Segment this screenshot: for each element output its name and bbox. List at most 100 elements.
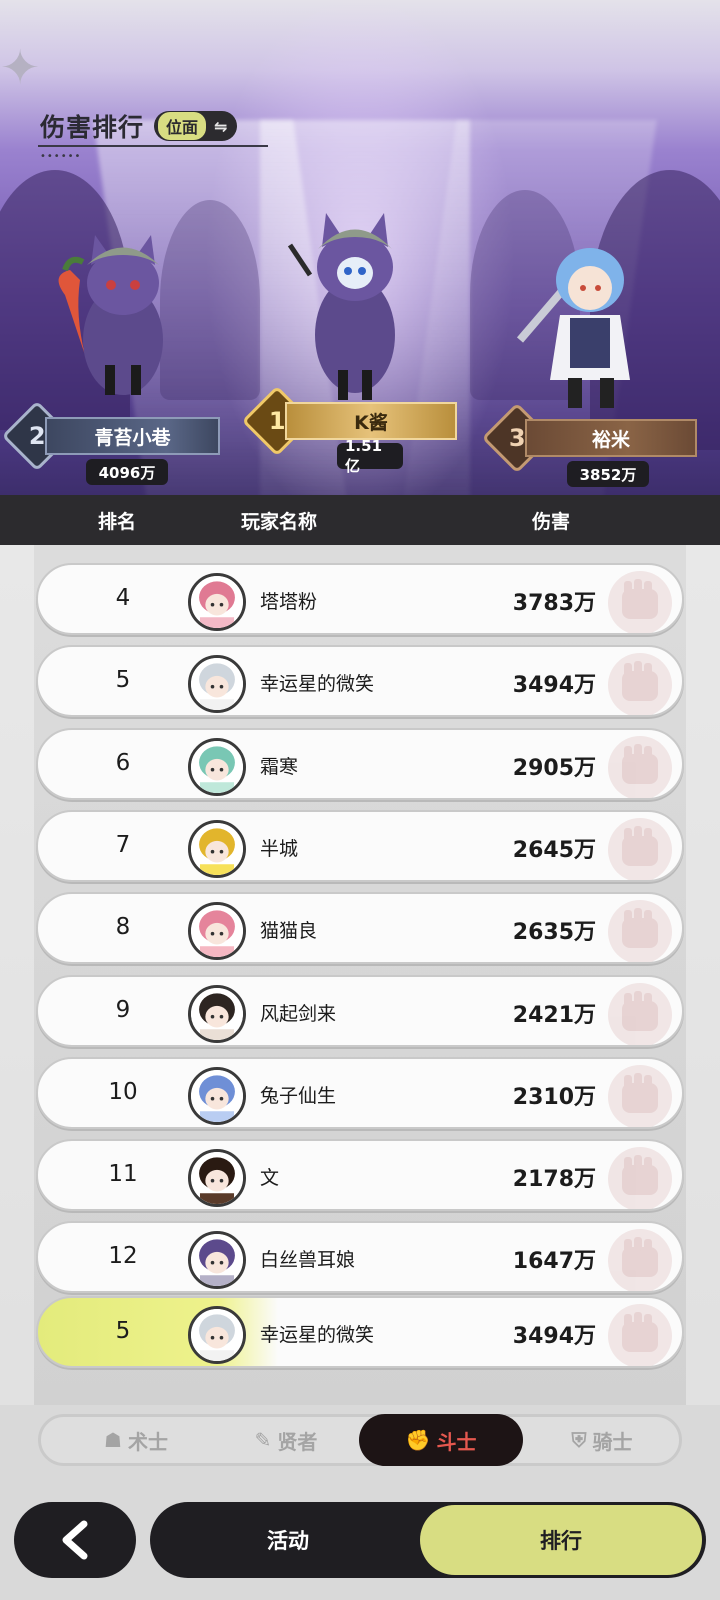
damage-column-header: 伤害	[532, 511, 571, 533]
avatar[interactable]	[188, 573, 246, 631]
fighter-emblem-icon	[606, 816, 674, 880]
rank-2-name: 青苔小巷	[94, 426, 171, 449]
row-player-name: 白丝兽耳娘	[260, 1249, 356, 1272]
row-player-name: 幸运星的微笑	[260, 1324, 375, 1346]
fighter-emblem-icon	[606, 981, 674, 1045]
row-damage: 2635万	[512, 920, 596, 946]
nav-pill: 活动 排行	[150, 1502, 706, 1578]
rank-3-name-plate: 裕米	[525, 419, 697, 457]
row-damage: 1647万	[512, 1249, 596, 1275]
activity-button[interactable]: 活动	[150, 1502, 426, 1578]
avatar[interactable]	[188, 655, 246, 714]
eggplant-cat-icon	[58, 235, 163, 395]
knight-icon: ⛨	[571, 1428, 587, 1452]
row-rank: 4	[115, 585, 131, 611]
row-damage: 2178万	[512, 1167, 596, 1193]
table-row[interactable]: 11 文 2178万	[36, 1139, 684, 1212]
table-header: 排名 玩家名称 伤害	[0, 495, 720, 545]
avatar[interactable]	[188, 984, 246, 1043]
row-player-name: 风起剑来	[260, 1002, 337, 1025]
table-row[interactable]: 5 幸运星的微笑 3494万	[36, 645, 684, 718]
fighter-emblem-icon	[606, 898, 674, 963]
tab-warlock-label: 术士	[127, 1429, 168, 1454]
my-rank-row[interactable]: 5 幸运星的微笑 3494万	[36, 1296, 684, 1368]
rank-2-character[interactable]	[45, 225, 175, 395]
sage-icon: ✎	[254, 1428, 272, 1452]
podium-area: ✦ 伤害排行 位面 ⇋ •••••• 2 青苔小巷 4096万 1 K酱 1.5…	[0, 0, 720, 495]
row-player-name: 塔塔粉	[260, 591, 318, 613]
row-rank: 5	[115, 667, 131, 694]
rank-1-name: K酱	[354, 411, 388, 434]
rank-3-name: 裕米	[591, 428, 630, 451]
rank-1-damage: 1.51亿	[337, 437, 403, 475]
table-row[interactable]: 9 风起剑来 2421万	[36, 974, 684, 1047]
rank-2-damage: 4096万	[86, 459, 168, 485]
position-toggle-button[interactable]: 位面 ⇋	[154, 111, 238, 141]
fighter-emblem-icon	[606, 1302, 674, 1366]
rank-3-damage: 3852万	[567, 461, 649, 487]
fighter-emblem-icon	[606, 1227, 674, 1292]
row-player-name: 兔子仙生	[260, 1084, 337, 1107]
table-row[interactable]: 8 猫猫良 2635万	[36, 892, 684, 965]
rank-1-name-plate: K酱	[285, 402, 457, 440]
avatar[interactable]	[188, 737, 246, 796]
tab-sage-label: 贤者	[277, 1429, 318, 1454]
tab-fighter-label: 斗士	[436, 1429, 477, 1454]
title-divider	[38, 145, 268, 147]
fighter-emblem-icon	[606, 1063, 674, 1127]
table-row[interactable]: 12 白丝兽耳娘 1647万	[36, 1221, 684, 1294]
row-rank: 7	[115, 831, 131, 858]
row-damage: 2905万	[512, 755, 596, 781]
swordsman-icon	[516, 248, 630, 408]
back-arrow-icon	[62, 1520, 88, 1560]
row-player-name: 霜寒	[260, 755, 299, 778]
page-title: 伤害排行	[40, 113, 145, 142]
table-row[interactable]: 6 霜寒 2905万	[36, 727, 684, 800]
row-damage: 2645万	[512, 837, 596, 863]
row-damage: 3494万	[512, 1324, 596, 1349]
row-damage: 2421万	[512, 1002, 596, 1028]
fighter-emblem-icon	[606, 569, 674, 633]
avatar[interactable]	[188, 1066, 246, 1125]
row-rank: 9	[115, 996, 131, 1023]
warlock-icon: ☗	[104, 1428, 122, 1452]
row-damage: 2310万	[512, 1084, 596, 1110]
back-button[interactable]	[14, 1502, 136, 1578]
avatar[interactable]	[188, 819, 246, 878]
eggplant-cat-icon	[287, 213, 395, 400]
fighter-emblem-icon	[606, 651, 674, 716]
rank-column-header: 排名	[98, 511, 137, 533]
row-rank: 5	[115, 1318, 131, 1344]
row-damage: 3494万	[512, 673, 596, 699]
row-rank: 8	[115, 914, 131, 941]
swap-icon: ⇋	[214, 116, 228, 136]
ranking-button[interactable]: 排行	[420, 1505, 702, 1575]
bottom-nav: 活动 排行	[0, 1484, 720, 1600]
row-player-name: 猫猫良	[260, 920, 318, 943]
tab-sage[interactable]: ✎ 贤者	[211, 1417, 361, 1463]
tab-warlock[interactable]: ☗ 术士	[61, 1417, 211, 1463]
rank-1-character[interactable]	[280, 205, 420, 400]
tab-knight[interactable]: ⛨ 骑士	[527, 1417, 677, 1463]
position-toggle-label: 位面	[158, 112, 207, 140]
rank-2-name-plate: 青苔小巷	[45, 417, 220, 455]
tab-knight-label: 骑士	[592, 1429, 633, 1454]
avatar[interactable]	[188, 1306, 246, 1364]
fighter-emblem-icon	[606, 1145, 674, 1210]
avatar[interactable]	[188, 1149, 246, 1208]
title-dots: ••••••	[40, 151, 82, 162]
avatar[interactable]	[188, 1231, 246, 1290]
table-row[interactable]: 7 半城 2645万	[36, 809, 684, 882]
fighter-icon: ✊	[405, 1428, 431, 1452]
row-rank: 10	[108, 1078, 138, 1105]
row-rank: 11	[108, 1161, 138, 1188]
rank-3-character[interactable]	[510, 230, 660, 410]
decorative-star-icon: ✦	[0, 40, 41, 96]
row-player-name: 文	[260, 1167, 280, 1190]
row-rank: 6	[115, 749, 131, 776]
table-row[interactable]: 4 塔塔粉 3783万	[36, 563, 684, 635]
avatar[interactable]	[188, 902, 246, 961]
tab-fighter[interactable]: ✊ 斗士	[359, 1414, 523, 1466]
row-damage: 3783万	[512, 591, 596, 616]
table-row[interactable]: 10 兔子仙生 2310万	[36, 1056, 684, 1129]
